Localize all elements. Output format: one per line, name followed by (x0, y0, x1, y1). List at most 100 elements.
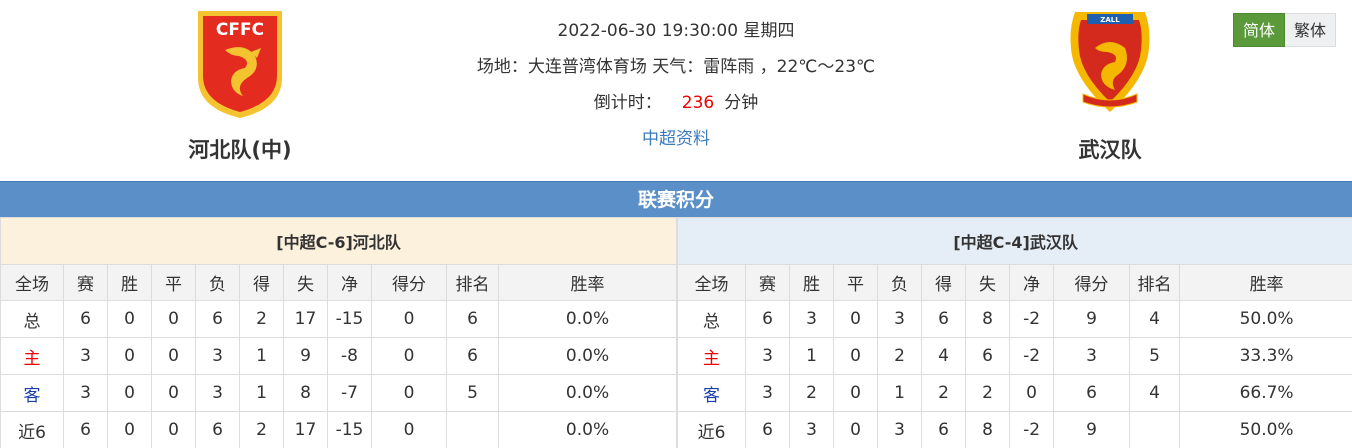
column-header: 净 (327, 264, 372, 301)
column-header: 负 (877, 264, 923, 301)
table-row: 近6 6 0 0 6 2 17 -15 0 0.0% (0, 411, 678, 448)
table-cell: 4 (1129, 374, 1181, 412)
column-header: 赛 (745, 264, 791, 301)
table-cell: 0 (371, 337, 447, 375)
table-cell: 9 (283, 337, 328, 375)
table-cell: 8 (965, 300, 1011, 338)
table-row: 主 3 0 0 3 1 9 -8 0 6 0.0% (0, 337, 678, 375)
table-cell: 3 (745, 374, 791, 412)
home-team[interactable]: CFFC 河北队(中) (130, 0, 350, 164)
table-cell: 2 (965, 374, 1011, 412)
table-cell: 50.0% (1179, 300, 1352, 338)
table-cell: -15 (327, 411, 372, 448)
table-cell: 6 (195, 411, 240, 448)
column-header: 赛 (63, 264, 108, 301)
table-cell: 5 (1129, 337, 1181, 375)
table-cell: 0 (151, 411, 196, 448)
match-info: 2022-06-30 19:30:00 星期四 场地：大连普湾体育场 天气：雷阵… (376, 0, 976, 149)
column-header: 失 (965, 264, 1011, 301)
table-cell (446, 411, 499, 448)
lang-simplified-button[interactable]: 简体 (1232, 13, 1285, 47)
table-cell: 4 (921, 337, 967, 375)
countdown-value: 236 (681, 93, 715, 113)
away-team[interactable]: ZALL 武汉队 (1000, 0, 1220, 164)
table-cell: 0 (107, 374, 152, 412)
table-cell: 6 (1053, 374, 1131, 412)
row-label: 总 (0, 300, 64, 338)
column-header: 得分 (1053, 264, 1131, 301)
table-cell: 2 (789, 374, 835, 412)
table-cell: -15 (327, 300, 372, 338)
table-cell: 3 (789, 300, 835, 338)
table-cell: 3 (63, 337, 108, 375)
table-header-row: 全场赛胜平负得失净得分 排名 胜率 (0, 264, 678, 301)
table-cell: 2 (239, 411, 284, 448)
section-title: 联赛积分 (0, 181, 1352, 217)
table-cell: -2 (1009, 337, 1055, 375)
table-cell: 0 (371, 411, 447, 448)
table-cell: 3 (195, 374, 240, 412)
table-cell: 2 (239, 300, 284, 338)
table-cell: 3 (877, 411, 923, 448)
row-label: 近6 (677, 411, 747, 448)
row-label: 客 (677, 374, 747, 412)
table-cell: 3 (745, 337, 791, 375)
table-cell: 0 (107, 337, 152, 375)
table-cell: 0 (1009, 374, 1055, 412)
table-cell: 0.0% (497, 411, 678, 448)
table-cell: -7 (327, 374, 372, 412)
away-standings-table: [中超C-4]武汉队 全场赛胜平负得失净得分 排名 胜率 总 6 3 0 3 6 8 -2 9 4 50… (677, 217, 1352, 448)
league-info-link[interactable]: 中超资料 (376, 124, 976, 149)
table-cell: 1 (789, 337, 835, 375)
table-cell: 17 (283, 411, 328, 448)
match-datetime: 2022-06-30 19:30:00 星期四 (557, 21, 795, 41)
table-cell: 9 (1053, 411, 1131, 448)
table-cell: 0 (833, 374, 879, 412)
home-logo-text: CFFC (216, 20, 264, 40)
table-cell: 66.7% (1179, 374, 1352, 412)
column-header: 负 (195, 264, 240, 301)
table-row: 总 6 3 0 3 6 8 -2 9 4 50.0% (677, 300, 1352, 338)
table-cell: 1 (239, 337, 284, 375)
column-header: 平 (833, 264, 879, 301)
table-cell: 0 (151, 374, 196, 412)
language-switch: 简体 繁体 (1232, 13, 1336, 47)
table-cell: 0 (371, 374, 447, 412)
home-table-caption: [中超C-6]河北队 (0, 217, 678, 265)
table-cell: 9 (1053, 300, 1131, 338)
away-team-name[interactable]: 武汉队 (1000, 134, 1220, 164)
table-cell: 6 (63, 411, 108, 448)
away-table-caption: [中超C-4]武汉队 (677, 217, 1352, 265)
table-cell: 0.0% (497, 300, 678, 338)
row-label: 主 (677, 337, 747, 375)
table-cell: 0 (371, 300, 447, 338)
table-cell: 3 (1053, 337, 1131, 375)
table-cell: 2 (921, 374, 967, 412)
table-cell: 6 (195, 300, 240, 338)
table-cell: 17 (283, 300, 328, 338)
table-row: 近6 6 3 0 3 6 8 -2 9 50.0% (677, 411, 1352, 448)
match-countdown: 倒计时： 236 分钟 (376, 88, 976, 113)
column-header: 排名 (446, 264, 499, 301)
table-cell: 3 (789, 411, 835, 448)
table-cell: 6 (446, 337, 499, 375)
table-cell: 6 (921, 300, 967, 338)
home-team-name[interactable]: 河北队(中) (130, 134, 350, 164)
table-cell: 0 (833, 411, 879, 448)
table-cell: 3 (195, 337, 240, 375)
match-venue-weather: 场地：大连普湾体育场 天气：雷阵雨 ，22℃～23℃ (476, 57, 876, 77)
table-cell: 4 (1129, 300, 1181, 338)
column-header: 得 (921, 264, 967, 301)
table-cell: -2 (1009, 411, 1055, 448)
row-label: 近6 (0, 411, 64, 448)
table-cell: 5 (446, 374, 499, 412)
table-cell: 6 (63, 300, 108, 338)
column-header: 排名 (1129, 264, 1181, 301)
column-header: 胜 (789, 264, 835, 301)
column-header: 净 (1009, 264, 1055, 301)
lang-traditional-button[interactable]: 繁体 (1284, 13, 1336, 47)
row-label: 客 (0, 374, 64, 412)
table-header-row: 全场赛胜平负得失净得分 排名 胜率 (677, 264, 1352, 301)
column-header: 得分 (371, 264, 447, 301)
table-cell: 1 (239, 374, 284, 412)
